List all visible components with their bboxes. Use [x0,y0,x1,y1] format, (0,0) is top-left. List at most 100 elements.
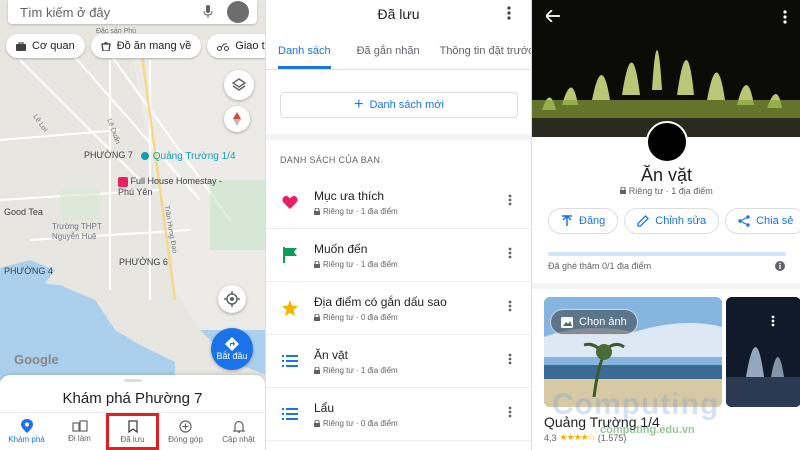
more-vert-icon[interactable] [508,353,512,365]
nav-explore[interactable]: Khám phá [0,413,53,450]
mic-icon[interactable] [203,5,213,19]
my-location-icon [224,291,240,307]
saved-lists: Mục ưa thích Riêng tư · 1 địa điểm Muốn … [266,176,531,441]
list-actions: Đăng Chỉnh sửa Chia sẻ [548,208,800,234]
list-meta: Riêng tư · 1 địa điểm [323,206,398,216]
compass-icon [233,112,241,126]
lock-icon [620,186,627,194]
heart-icon [282,196,298,209]
visited-text: Đã ghé thăm 0/1 địa điểm [548,261,652,271]
cover-photo[interactable] [532,0,800,137]
action-label: Đăng [579,215,606,227]
start-navigation-button[interactable]: Bắt đầu [211,328,253,370]
lock-icon [314,207,320,215]
list-item[interactable]: Ăn vặt Riêng tư · 1 địa điểm [266,335,531,388]
more-vert-icon[interactable] [508,194,512,206]
lock-icon [314,419,320,427]
map-ward-label: PHƯỜNG 6 [119,257,168,267]
choose-photo-button[interactable]: Chọn ảnh [550,309,638,335]
more-vert-icon[interactable] [771,315,775,327]
rating-value: 4,3 [544,432,557,443]
follow-button[interactable]: Đăng [548,208,619,234]
list-item[interactable]: Mục ưa thích Riêng tư · 1 địa điểm [266,176,531,229]
list-name: Muốn đến [314,241,368,256]
briefcase-icon [16,41,26,51]
watermark-logo: Computing [552,388,720,421]
map-ward-label: PHƯỜNG 4 [4,266,53,276]
visited-progress [548,252,786,256]
search-bar[interactable]: Tìm kiếm ở đây [8,0,257,24]
list-privacy: Riêng tư · 1 địa điểm [532,186,800,196]
star-icon [282,300,298,316]
compass-button[interactable] [224,106,250,132]
bell-icon [232,420,245,433]
section-title: DANH SÁCH CỦA BẠN [280,155,381,165]
chip-work[interactable]: Cơ quan [6,34,85,58]
tab-reservations[interactable]: Thông tin đặt trước [440,45,531,69]
map-place-label[interactable]: Đặc sản Phú [96,28,136,35]
poi-label: Full House Homestay - Phú Yên [118,176,223,197]
back-arrow-icon[interactable] [546,10,560,22]
add-circle-icon [179,419,192,433]
info-icon[interactable] [775,261,785,271]
nav-label: Cập nhật [222,434,255,444]
nav-label: Khám phá [8,435,45,444]
nav-commute[interactable]: Đi làm [53,413,106,450]
list-meta-text: Riêng tư · 1 địa điểm [628,186,713,196]
share-button[interactable]: Chia sẻ [725,208,800,234]
saved-tabs: Danh sách Đã gắn nhãn Thông tin đặt trướ… [266,28,531,70]
search-input[interactable]: Tìm kiếm ở đây [20,5,203,20]
nav-updates[interactable]: Cập nhật [212,413,265,450]
nav-label: Đi làm [68,434,91,443]
list-item[interactable]: Địa điểm có gắn dấu sao Riêng tư · 0 địa… [266,282,531,335]
nav-label: Đóng góp [168,434,203,444]
list-item[interactable]: Muốn đến Riêng tư · 1 địa điểm [266,229,531,282]
divider [532,283,800,289]
sheet-handle[interactable] [123,379,142,382]
tab-labeled[interactable]: Đã gắn nhãn [357,45,420,69]
new-list-button[interactable]: + Danh sách mới [280,92,518,118]
fountain-image [532,0,800,137]
layers-button[interactable] [224,70,254,100]
list-name: Ăn vặt [314,347,349,362]
map-poi-square[interactable]: Quảng Trường 1/4 [140,151,236,162]
chip-row: Cơ quan Đồ ăn mang về Giao tận [0,34,265,58]
more-vert-icon[interactable] [508,406,512,418]
map-poi-goodtea[interactable]: Good Tea [4,207,43,217]
lock-icon [314,260,320,268]
list-meta: Riêng tư · 1 địa điểm [323,259,398,269]
more-vert-icon[interactable] [507,6,511,20]
list-meta: Riêng tư · 0 địa điểm [323,418,398,428]
chip-label: Cơ quan [32,40,75,52]
pin-icon [20,419,33,433]
chip-label: Đồ ăn mang về [116,40,192,52]
place-photo-card[interactable] [726,297,800,407]
list-name: Lẩu [314,400,335,415]
map-panel[interactable]: Tìm kiếm ở đây Cơ quan Đồ ăn mang về Gia… [0,0,265,450]
new-list-label: Danh sách mới [369,99,444,111]
choose-photo-label: Chọn ảnh [579,316,627,328]
edit-button[interactable]: Chỉnh sửa [624,208,720,234]
more-vert-icon[interactable] [508,300,512,312]
sheet-title: Khám phá Phường 7 [62,390,203,407]
tab-lists[interactable]: Danh sách [278,45,331,69]
map-pin-icon [141,152,149,161]
map-poi-homestay[interactable]: Full House Homestay - Phú Yên [118,176,228,198]
nav-contribute[interactable]: Đóng góp [159,413,212,450]
saved-panel: Đã lưu Danh sách Đã gắn nhãn Thông tin đ… [265,0,531,450]
more-vert-icon[interactable] [508,247,512,259]
night-fountain-image [726,297,800,407]
chip-label: Giao tận [235,40,265,52]
nav-saved[interactable]: Đã lưu [106,413,159,450]
more-vert-icon[interactable] [783,10,787,24]
lock-icon [314,366,320,374]
motorbike-icon [217,43,230,51]
list-item[interactable]: Lẩu Riêng tư · 0 địa điểm [266,388,531,441]
chip-takeout[interactable]: Đồ ăn mang về [90,34,202,58]
directions-icon [225,337,239,351]
chip-delivery[interactable]: Giao tận [207,34,265,58]
avatar[interactable] [227,1,249,23]
map-poi-school[interactable]: Trường THPT Nguyễn Huệ [52,222,122,242]
explore-sheet[interactable]: Khám phá Phường 7 [0,375,265,415]
my-location-button[interactable] [218,285,246,313]
